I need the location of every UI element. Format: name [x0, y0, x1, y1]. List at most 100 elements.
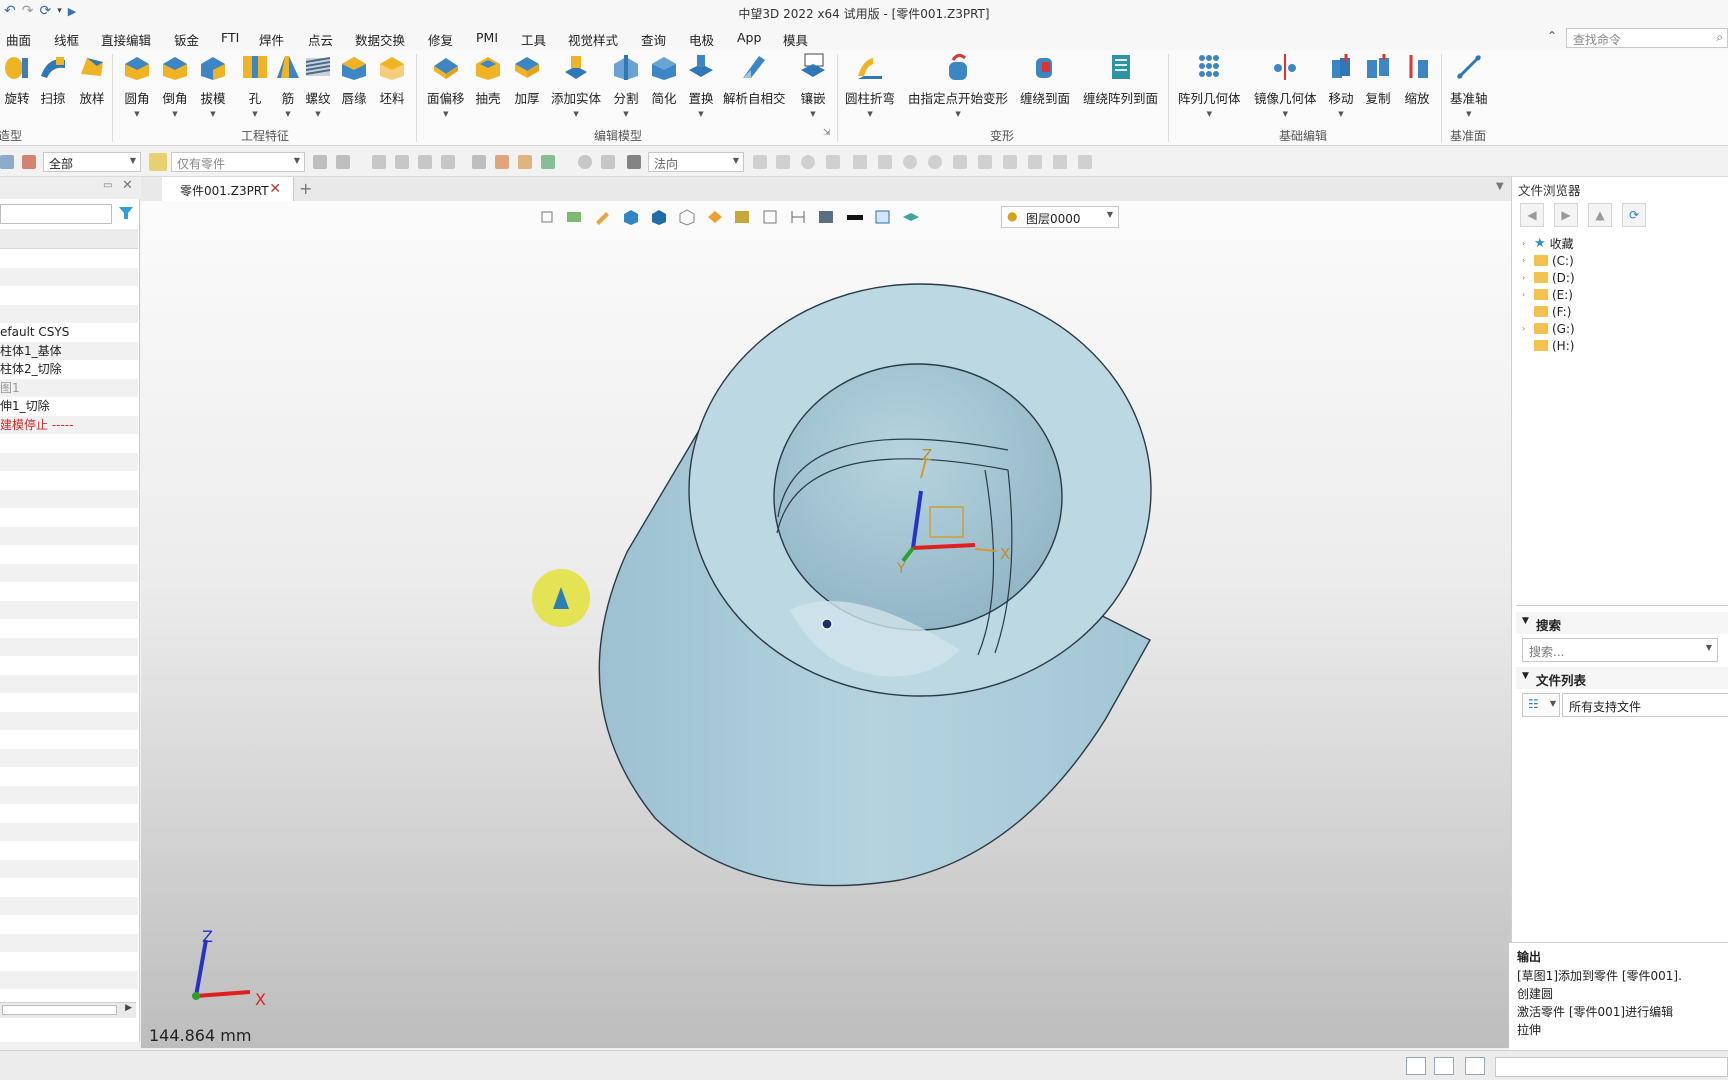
tree-row[interactable] — [0, 286, 138, 305]
tree-row[interactable] — [0, 582, 138, 601]
menu-item-wireframe[interactable]: 线框 — [54, 30, 79, 49]
pick-icon[interactable] — [0, 155, 14, 169]
drive-g[interactable]: › (G:) — [1522, 320, 1575, 337]
collapse-ribbon-icon[interactable]: ⌃ — [1547, 29, 1557, 43]
favorites-item[interactable]: › ★ 收藏 — [1522, 235, 1574, 252]
tree-row[interactable]: efault CSYS — [0, 323, 138, 342]
point-deform-button[interactable]: 由指定点开始变形 ▼ — [908, 52, 1008, 118]
expand-icon[interactable]: › — [1522, 324, 1530, 333]
collapse-icon[interactable]: ▼ — [1522, 616, 1529, 626]
menu-item-data-exchange[interactable]: 数据交换 — [355, 30, 405, 49]
tree-row[interactable] — [0, 656, 138, 675]
scroll-right-icon[interactable]: ▶ — [125, 1003, 132, 1013]
tree-row[interactable] — [0, 693, 138, 712]
toolbar-icon[interactable] — [1078, 155, 1092, 169]
toolbar-icon[interactable] — [1003, 155, 1017, 169]
menu-item-electrode[interactable]: 电极 — [689, 30, 714, 49]
scope-toggle-icon[interactable] — [149, 153, 167, 171]
graphics-viewport[interactable]: ● 图层0000 ▼ Z X Y Z X 144.864 mm — [141, 201, 1511, 1048]
tree-row[interactable] — [0, 452, 138, 471]
face-offset-button[interactable]: 面偏移 ▼ — [427, 52, 465, 118]
tree-row[interactable] — [0, 859, 138, 878]
expand-icon[interactable]: › — [1522, 273, 1530, 282]
chamfer-button[interactable]: 倒角 ▼ — [160, 52, 190, 118]
expand-icon[interactable]: › — [1522, 239, 1530, 248]
drive-d[interactable]: › (D:) — [1522, 269, 1575, 286]
thread-button[interactable]: 螺纹 ▼ — [303, 52, 333, 118]
history-search-input[interactable] — [0, 204, 112, 224]
rib-button[interactable]: 筋 ▼ — [273, 52, 303, 118]
wrap-pattern-button[interactable]: 缠绕阵列到面 — [1083, 52, 1158, 107]
toolbar-icon[interactable] — [1053, 155, 1067, 169]
command-search-input[interactable]: 查找命令 ⌕ — [1566, 28, 1728, 48]
tab-part001[interactable]: 零件001.Z3PRT ✕ — [162, 177, 294, 201]
move-button[interactable]: 移动 ▼ — [1326, 52, 1356, 118]
mirror-geometry-button[interactable]: 镜像几何体 ▼ — [1254, 52, 1317, 118]
toolbar-icon[interactable] — [372, 155, 386, 169]
toolbar-icon[interactable] — [441, 155, 455, 169]
replace-button[interactable]: 置换 ▼ — [686, 52, 716, 118]
filter-icon[interactable] — [22, 155, 36, 169]
pattern-geometry-button[interactable]: 阵列几何体 ▼ — [1178, 52, 1241, 118]
forward-icon[interactable]: ▶ — [1554, 203, 1578, 227]
menu-item-pmi[interactable]: PMI — [476, 30, 498, 45]
drive-f[interactable]: (F:) — [1522, 303, 1571, 320]
collapse-icon[interactable]: ▼ — [1522, 671, 1529, 681]
file-type-combo[interactable]: 所有支持文件 — [1562, 693, 1728, 717]
tree-row[interactable] — [0, 526, 138, 545]
part-model[interactable]: Z X Y Z X — [141, 201, 1511, 1048]
panel-toggle-icon[interactable] — [1465, 1057, 1485, 1075]
close-icon[interactable]: ✕ — [122, 178, 133, 193]
tree-row[interactable] — [0, 915, 138, 934]
tree-row[interactable]: 伸1_切除 — [0, 397, 138, 416]
tree-row[interactable] — [0, 804, 138, 823]
drive-e[interactable]: › (E:) — [1522, 286, 1573, 303]
filter-combo[interactable]: 全部 ▼ — [43, 152, 141, 172]
toolbar-icon[interactable] — [472, 155, 486, 169]
tree-row[interactable] — [0, 434, 138, 453]
toolbar-icon[interactable] — [601, 155, 615, 169]
tree-row[interactable] — [0, 933, 138, 952]
toolbar-icon[interactable] — [541, 155, 555, 169]
circle-icon[interactable] — [903, 155, 917, 169]
search-section-header[interactable]: ▼ 搜索 — [1516, 612, 1728, 634]
menu-item-app[interactable]: App — [737, 30, 761, 45]
tree-row[interactable] — [0, 952, 138, 971]
toolbar-icon[interactable] — [395, 155, 409, 169]
datum-axis-button[interactable]: 基准轴 ▼ — [1450, 52, 1488, 118]
tree-row[interactable] — [0, 508, 138, 527]
scrollbar-thumb[interactable] — [2, 1005, 117, 1015]
close-tab-icon[interactable]: ✕ — [269, 181, 281, 197]
tree-row[interactable] — [0, 563, 138, 582]
tree-row[interactable] — [0, 637, 138, 656]
tree-row[interactable] — [0, 304, 138, 323]
tree-row[interactable] — [0, 619, 138, 638]
view-mode-button[interactable]: ☷ ▼ — [1522, 693, 1560, 717]
expand-icon[interactable]: › — [1522, 290, 1530, 299]
panel-menu-icon[interactable]: ▼ — [1496, 181, 1504, 192]
menu-item-tools[interactable]: 工具 — [521, 30, 546, 49]
drive-c[interactable]: › (C:) — [1522, 252, 1574, 269]
wrap-to-face-button[interactable]: 缠绕到面 — [1020, 52, 1070, 107]
drive-h[interactable]: (H:) — [1522, 337, 1574, 354]
restore-icon[interactable]: ▭ — [103, 180, 112, 191]
tree-row[interactable] — [0, 748, 138, 767]
toolbar-icon[interactable] — [801, 155, 815, 169]
circle-icon[interactable] — [928, 155, 942, 169]
toolbar-icon[interactable] — [878, 155, 892, 169]
tree-row[interactable] — [0, 267, 138, 286]
stock-button[interactable]: 坯料 — [377, 52, 407, 107]
menu-item-sheetmetal[interactable]: 钣金 — [174, 30, 199, 49]
menu-item-query[interactable]: 查询 — [641, 30, 666, 49]
display-toggle-icon[interactable] — [1434, 1057, 1454, 1075]
menu-item-direct-edit[interactable]: 直接编辑 — [101, 30, 151, 49]
tree-row[interactable] — [0, 785, 138, 804]
revolve-button[interactable]: 旋转 — [2, 52, 32, 107]
cylinder-bend-button[interactable]: 圆柱折弯 ▼ — [845, 52, 895, 118]
toolbar-icon[interactable] — [1028, 155, 1042, 169]
menu-item-fti[interactable]: FTI — [221, 30, 239, 45]
lip-button[interactable]: 唇缘 — [339, 52, 369, 107]
tree-row[interactable] — [0, 841, 138, 860]
tree-row[interactable] — [0, 878, 138, 897]
new-tab-icon[interactable]: + — [299, 179, 312, 198]
